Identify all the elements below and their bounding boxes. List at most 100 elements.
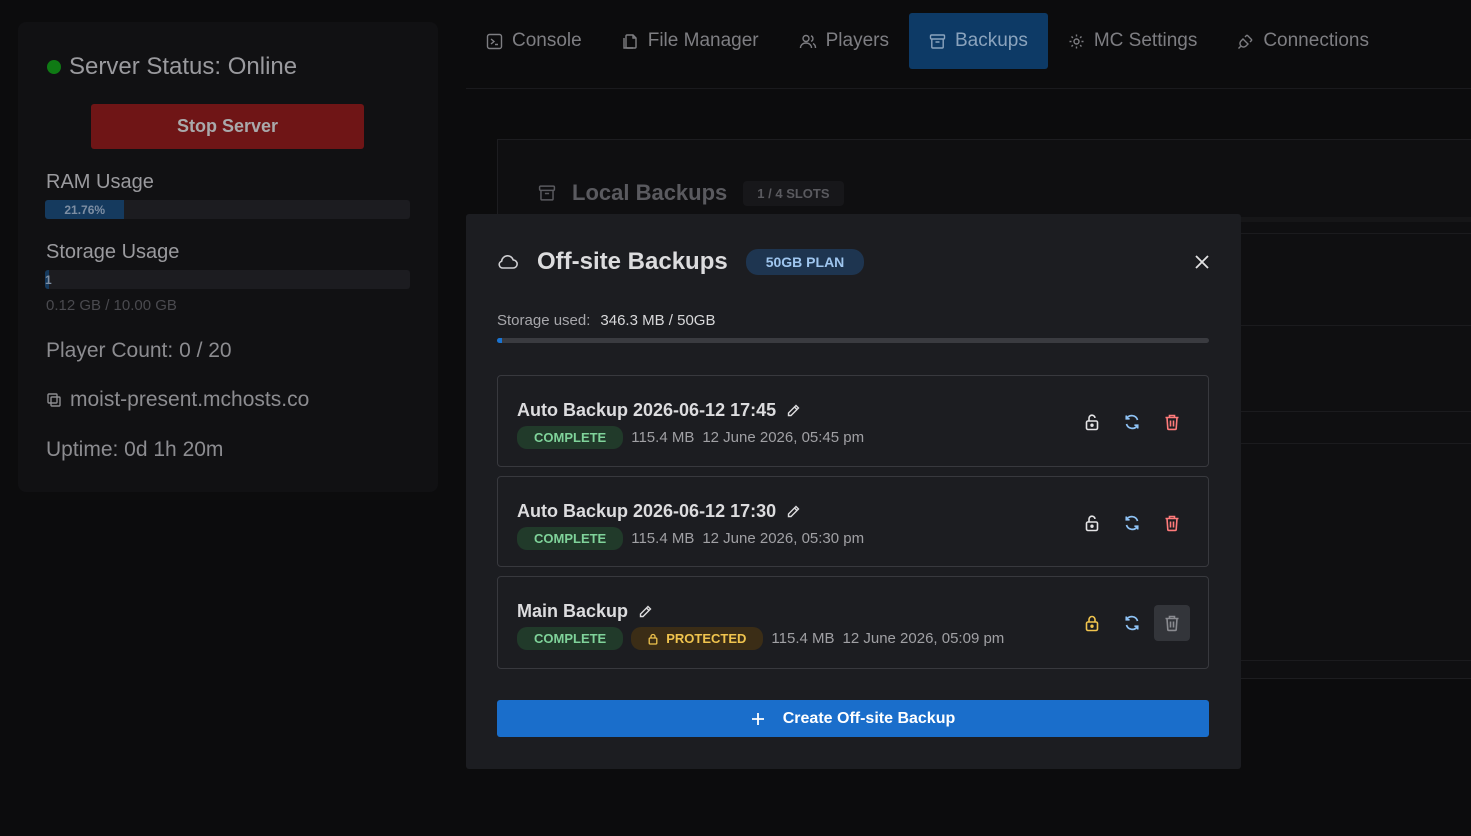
lock-icon [1084,614,1100,632]
refresh-icon [1123,614,1141,632]
slots-badge: 1 / 4 SLOTS [743,180,844,206]
divider [1241,325,1471,326]
archive-icon [929,33,946,50]
close-button[interactable] [1192,252,1212,272]
server-status-text: Server Status: Online [69,53,298,80]
backup-name: Auto Backup 2026-06-12 17:45 [517,400,801,421]
pencil-icon[interactable] [638,604,653,619]
create-offsite-backup-button[interactable]: Create Off-site Backup [497,700,1209,737]
tab-file-manager[interactable]: File Manager [602,13,779,69]
unlock-button[interactable] [1074,505,1110,541]
modal-title: Off-site Backups [537,248,728,275]
storage-used-label: Storage used: [497,312,591,329]
ram-usage-fill: 21.76% [45,200,125,219]
backup-name-text: Auto Backup 2026-06-12 17:30 [517,501,777,521]
gear-icon [1068,33,1085,50]
backup-meta: COMPLETE 115.4 MB 12 June 2026, 05:30 pm [517,527,864,550]
backup-item: Main Backup COMPLETE PROTECTED 115.4 MB … [497,576,1209,669]
player-count: Player Count: 0 / 20 [46,339,232,362]
storage-used-value: 346.3 MB / 50GB [600,312,716,329]
stop-server-button[interactable]: Stop Server [91,104,364,149]
backup-actions [1074,605,1190,641]
backup-name: Auto Backup 2026-06-12 17:30 [517,501,801,522]
divider [1241,411,1471,412]
backup-size: 115.4 MB [771,630,835,647]
lock-button[interactable] [1074,605,1110,641]
tab-backups[interactable]: Backups [908,13,1048,69]
tabs-divider [466,88,1471,89]
unlock-icon [1084,413,1100,431]
protected-label: PROTECTED [666,631,747,646]
status-badge: COMPLETE [517,426,624,449]
restore-button[interactable] [1114,505,1150,541]
pencil-icon[interactable] [786,504,801,519]
storage-amount: 0.12 GB / 10.00 GB [46,297,177,314]
tab-connections[interactable]: Connections [1217,13,1389,69]
delete-button[interactable] [1154,505,1190,541]
backup-item: Auto Backup 2026-06-12 17:30 COMPLETE 11… [497,476,1209,567]
modal-header: Off-site Backups 50GB PLAN [497,248,865,276]
storage-used-fill [497,338,502,343]
unlock-button[interactable] [1074,404,1110,440]
storage-usage-label: Storage Usage [46,241,180,263]
divider [1241,233,1471,234]
status-online-dot [47,60,61,74]
tab-backups-label: Backups [954,30,1028,51]
archive-icon [538,184,556,202]
ram-usage-label: RAM Usage [46,171,154,193]
backup-name-text: Auto Backup 2026-06-12 17:45 [517,400,777,420]
status-badge: COMPLETE [517,627,624,650]
server-domain-text: moist-present.mchosts.co [70,388,310,411]
tab-mc-settings-label: MC Settings [1093,30,1198,51]
tab-players[interactable]: Players [779,13,909,69]
backup-item: Auto Backup 2026-06-12 17:45 COMPLETE 11… [497,375,1209,467]
protected-badge: PROTECTED [631,627,764,650]
storage-used-bar [497,338,1209,343]
offsite-backups-modal: Off-site Backups 50GB PLAN Storage used:… [466,214,1241,769]
unlock-icon [1084,514,1100,532]
refresh-icon [1123,514,1141,532]
backup-meta: COMPLETE PROTECTED 115.4 MB 12 June 2026… [517,627,1004,650]
users-icon [799,33,817,50]
local-progress-track [1241,217,1471,222]
cloud-icon [497,253,519,271]
server-status: Server Status: Online [47,53,297,81]
local-backups-title: Local Backups [572,180,728,205]
tab-mc-settings[interactable]: MC Settings [1048,13,1217,69]
backup-meta: COMPLETE 115.4 MB 12 June 2026, 05:45 pm [517,426,864,449]
trash-icon [1164,614,1180,632]
backup-name: Main Backup [517,601,653,622]
status-badge: COMPLETE [517,527,624,550]
backup-date: 12 June 2026, 05:30 pm [702,530,865,547]
storage-usage-bar: 1 [45,270,410,289]
tab-players-label: Players [825,30,889,51]
backup-date: 12 June 2026, 05:09 pm [842,630,1005,647]
trash-icon [1164,514,1180,532]
restore-button[interactable] [1114,404,1150,440]
copy-icon [46,392,62,408]
tab-console[interactable]: Console [466,13,602,69]
plug-icon [1237,33,1254,50]
delete-button-disabled [1154,605,1190,641]
main-tabs: Console File Manager Players Backups MC … [466,13,1389,69]
create-offsite-backup-label: Create Off-site Backup [782,709,956,727]
pencil-icon[interactable] [786,403,801,418]
trash-icon [1164,413,1180,431]
terminal-icon [486,33,503,50]
restore-button[interactable] [1114,605,1150,641]
storage-used: Storage used: 346.3 MB / 50GB [497,312,715,329]
files-icon [622,33,639,50]
plus-icon [751,712,765,726]
lock-icon [648,633,658,645]
backup-date: 12 June 2026, 05:45 pm [702,429,865,446]
close-icon [1192,252,1212,272]
divider [1241,443,1471,444]
backup-actions [1074,404,1190,440]
plan-badge: 50GB PLAN [745,249,865,275]
backup-name-text: Main Backup [517,601,629,621]
server-domain[interactable]: moist-present.mchosts.co [46,388,309,412]
tab-file-manager-label: File Manager [647,30,759,51]
tab-connections-label: Connections [1263,30,1369,51]
storage-usage-fill: 1 [45,270,52,289]
delete-button[interactable] [1154,404,1190,440]
